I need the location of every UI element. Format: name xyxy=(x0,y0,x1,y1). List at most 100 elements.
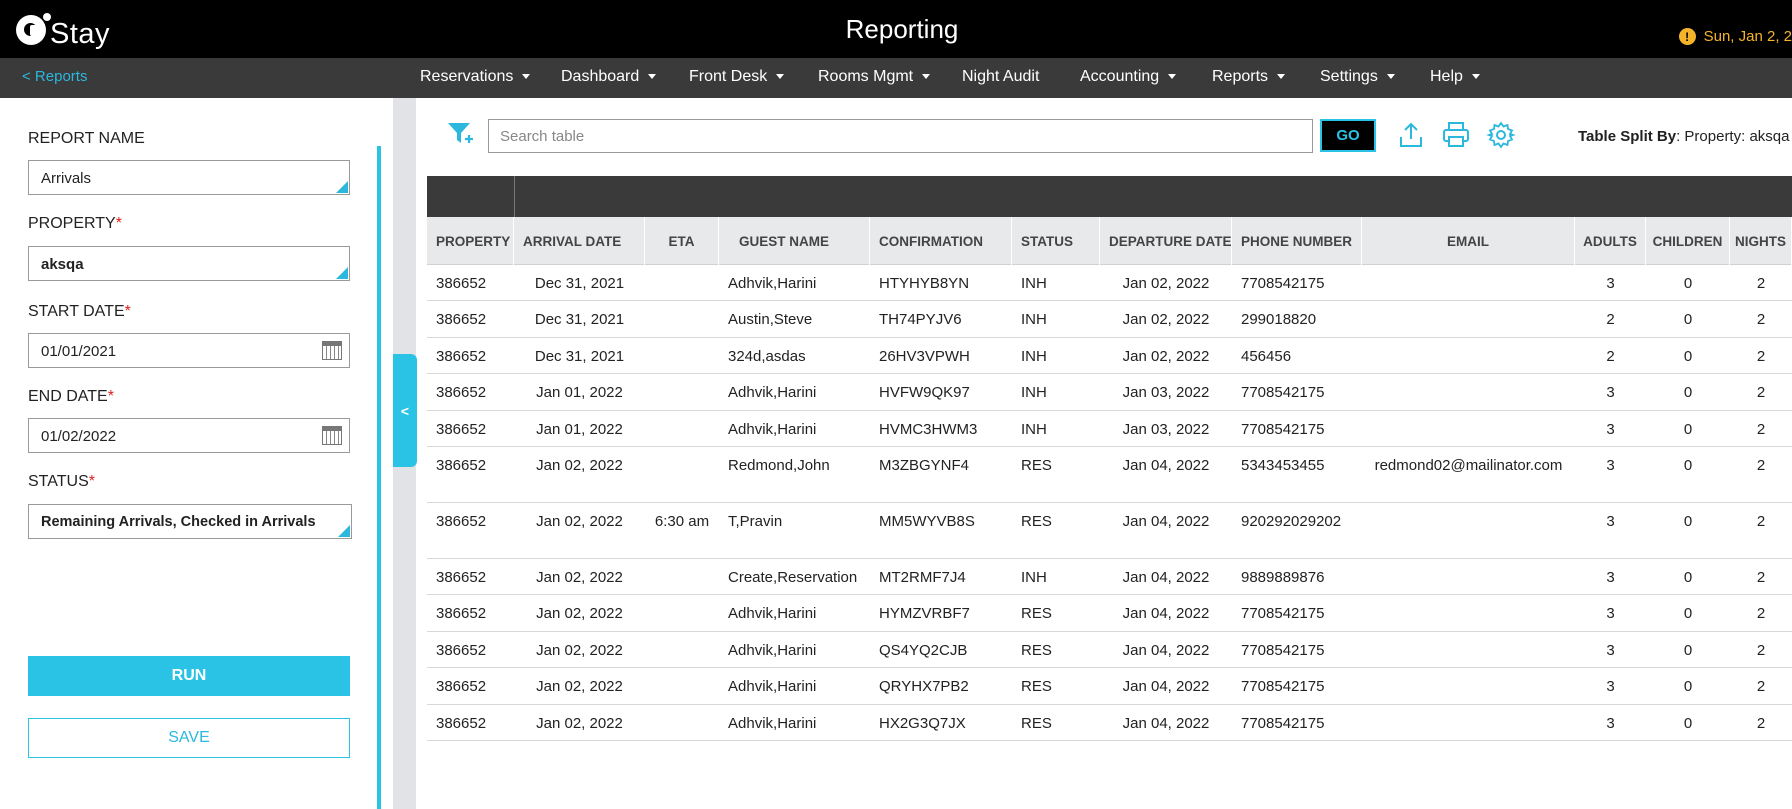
cell-arrival-date: Jan 01, 2022 xyxy=(536,420,623,438)
cell-arrival-date: Jan 02, 2022 xyxy=(536,605,623,623)
cell-children: 0 xyxy=(1683,605,1693,623)
cell-children: 0 xyxy=(1683,347,1693,365)
cell-confirmation: HTYHYB8YN xyxy=(879,275,970,292)
sidebar-scrollbar[interactable] xyxy=(377,146,381,809)
cell-children: 0 xyxy=(1683,714,1693,732)
cell-status: RES xyxy=(1021,605,1052,623)
cell-children: 0 xyxy=(1683,512,1693,530)
report-name-field[interactable]: Arrivals xyxy=(28,160,350,195)
cell-arrival-date: Jan 01, 2022 xyxy=(536,384,623,402)
table-row[interactable]: 386652 Jan 02, 2022 Adhvik,Harini HX2G3Q7JX… xyxy=(427,705,1792,741)
nav-front-desk[interactable]: Front Desk xyxy=(689,68,785,86)
nav-dashboard[interactable]: Dashboard xyxy=(561,68,657,86)
print-icon[interactable] xyxy=(1441,120,1471,150)
cell-arrival-date: Jan 02, 2022 xyxy=(536,456,623,474)
column-header-phone-number[interactable]: PHONE NUMBER xyxy=(1232,217,1362,265)
cell-guest-name: Austin,Steve xyxy=(728,311,813,329)
search-input[interactable] xyxy=(488,119,1313,153)
cell-adults: 3 xyxy=(1606,568,1615,586)
cell-adults: 3 xyxy=(1606,678,1615,696)
cell-guest-name: 324d,asdas xyxy=(728,347,806,365)
property-field[interactable]: aksqa xyxy=(28,246,350,281)
cell-nights: 2 xyxy=(1756,714,1766,732)
nav-reservations[interactable]: Reservations xyxy=(420,68,531,86)
status-field[interactable]: Remaining Arrivals, Checked in Arrivals xyxy=(28,504,352,539)
table-row[interactable]: 386652 Jan 02, 2022 6:30 am T,Pravin MM5WYVB… xyxy=(427,503,1792,559)
nav-reports[interactable]: Reports xyxy=(1212,68,1286,86)
table-group-header xyxy=(427,176,1792,217)
cell-adults: 3 xyxy=(1606,641,1615,659)
column-header-departure-date[interactable]: DEPARTURE DATE xyxy=(1100,217,1232,265)
calendar-icon[interactable] xyxy=(322,341,342,360)
back-to-reports-link[interactable]: < Reports xyxy=(22,68,87,85)
table-row[interactable]: 386652 Dec 31, 2021 324d,asdas 26HV3VPWH INH… xyxy=(427,338,1792,375)
start-date-field[interactable]: 01/01/2021 xyxy=(28,333,350,368)
table-row[interactable]: 386652 Jan 02, 2022 Redmond,John M3ZBGYNF4 R… xyxy=(427,447,1792,503)
cell-children: 0 xyxy=(1683,678,1693,696)
cell-arrival-date: Jan 02, 2022 xyxy=(536,678,623,696)
cell-phone-number: 299018820 xyxy=(1241,311,1317,329)
table-row[interactable]: 386652 Jan 02, 2022 Create,Reservation MT2R… xyxy=(427,559,1792,596)
cell-nights: 2 xyxy=(1756,641,1766,659)
column-header-nights[interactable]: NIGHTS xyxy=(1730,217,1792,265)
column-header-status[interactable]: STATUS xyxy=(1012,217,1100,265)
cell-departure-date: Jan 04, 2022 xyxy=(1122,714,1210,732)
go-button[interactable]: GO xyxy=(1320,119,1376,152)
export-icon[interactable] xyxy=(1396,120,1426,150)
cell-status: INH xyxy=(1021,384,1047,402)
cell-departure-date: Jan 02, 2022 xyxy=(1122,275,1210,292)
nav-accounting[interactable]: Accounting xyxy=(1080,68,1177,86)
cell-adults: 3 xyxy=(1606,714,1615,732)
cell-phone-number: 7708542175 xyxy=(1241,384,1325,402)
nav-rooms-mgmt[interactable]: Rooms Mgmt xyxy=(818,68,931,86)
table-row[interactable]: 386652 Jan 02, 2022 Adhvik,Harini QS4YQ2CJB… xyxy=(427,632,1792,669)
cell-email: redmond02@mailinator.com xyxy=(1374,456,1563,474)
nav-settings[interactable]: Settings xyxy=(1320,68,1395,86)
cell-adults: 2 xyxy=(1606,347,1615,365)
collapse-sidebar-button[interactable]: < xyxy=(393,354,417,467)
calendar-icon[interactable] xyxy=(322,426,342,445)
table-row[interactable]: 386652 Jan 02, 2022 Adhvik,Harini QRYHX7PB2… xyxy=(427,668,1792,705)
table-row[interactable]: 386652 Jan 01, 2022 Adhvik,Harini HVMC3HWM3… xyxy=(427,411,1792,447)
chevron-down-icon xyxy=(776,74,785,80)
cell-property: 386652 xyxy=(436,456,487,474)
column-header-property[interactable]: PROPERTY xyxy=(427,217,514,265)
nav-night-audit[interactable]: Night Audit xyxy=(962,68,1039,86)
table-header: PROPERTY ARRIVAL DATE ETA GUEST NAME CONFIRM… xyxy=(427,217,1792,265)
cell-phone-number: 456456 xyxy=(1241,347,1292,365)
column-header-eta[interactable]: ETA xyxy=(645,217,719,265)
table-row[interactable]: 386652 Jan 01, 2022 Adhvik,Harini HVFW9QK97… xyxy=(427,374,1792,411)
chevron-down-icon xyxy=(1168,74,1177,80)
business-date[interactable]: ! Sun, Jan 2, 2 xyxy=(1678,28,1792,45)
column-header-arrival-date[interactable]: ARRIVAL DATE xyxy=(514,217,645,265)
top-header: Stay Reporting ! Sun, Jan 2, 2 xyxy=(0,0,1792,58)
cell-adults: 3 xyxy=(1606,456,1615,474)
cell-arrival-date: Jan 02, 2022 xyxy=(536,714,623,732)
cell-phone-number: 7708542175 xyxy=(1241,420,1325,438)
run-button[interactable]: RUN xyxy=(28,656,350,696)
cell-status: RES xyxy=(1021,641,1052,659)
save-button[interactable]: SAVE xyxy=(28,718,350,758)
nav-help[interactable]: Help xyxy=(1430,68,1480,86)
column-header-children[interactable]: CHILDREN xyxy=(1646,217,1730,265)
table-row[interactable]: 386652 Jan 02, 2022 Adhvik,Harini HYMZVRBF7… xyxy=(427,595,1792,632)
table-split-info: Table Split By: Property: aksqa xyxy=(1578,128,1790,145)
cell-confirmation: M3ZBGYNF4 xyxy=(879,456,970,474)
cell-guest-name: Adhvik,Harini xyxy=(728,384,817,402)
column-header-email[interactable]: EMAIL xyxy=(1362,217,1575,265)
resize-corner-icon xyxy=(336,267,348,279)
column-header-confirmation[interactable]: CONFIRMATION xyxy=(870,217,1012,265)
end-date-field[interactable]: 01/02/2022 xyxy=(28,418,350,453)
alert-icon: ! xyxy=(1678,28,1696,45)
cell-children: 0 xyxy=(1683,275,1693,292)
table-row[interactable]: 386652 Dec 31, 2021 Adhvik,Harini HTYHYB8YN… xyxy=(427,265,1792,302)
column-header-guest-name[interactable]: GUEST NAME xyxy=(719,217,870,265)
cell-phone-number: 7708542175 xyxy=(1241,275,1325,292)
gear-icon[interactable] xyxy=(1486,120,1516,150)
column-header-adults[interactable]: ADULTS xyxy=(1575,217,1646,265)
cell-guest-name: Adhvik,Harini xyxy=(728,678,817,696)
cell-status: INH xyxy=(1021,420,1047,438)
cell-departure-date: Jan 04, 2022 xyxy=(1122,605,1210,623)
table-row[interactable]: 386652 Dec 31, 2021 Austin,Steve TH74PYJV6 I… xyxy=(427,301,1792,338)
filter-add-icon[interactable] xyxy=(446,119,476,149)
